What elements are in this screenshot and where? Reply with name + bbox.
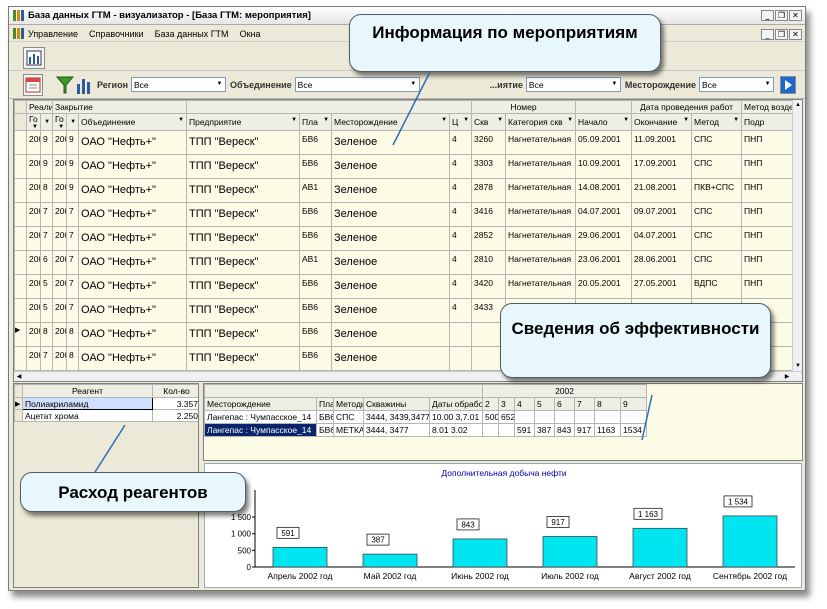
pointer-events xyxy=(392,71,431,146)
callout-reagents-text: Расход реагентов xyxy=(58,483,208,502)
callout-efficiency: Сведения об эффективности xyxy=(500,303,771,378)
pointer-efficiency xyxy=(641,394,653,441)
callout-efficiency-text: Сведения об эффективности xyxy=(511,319,760,338)
pointer-reagents xyxy=(94,424,126,473)
callout-reagents: Расход реагентов xyxy=(20,472,246,512)
